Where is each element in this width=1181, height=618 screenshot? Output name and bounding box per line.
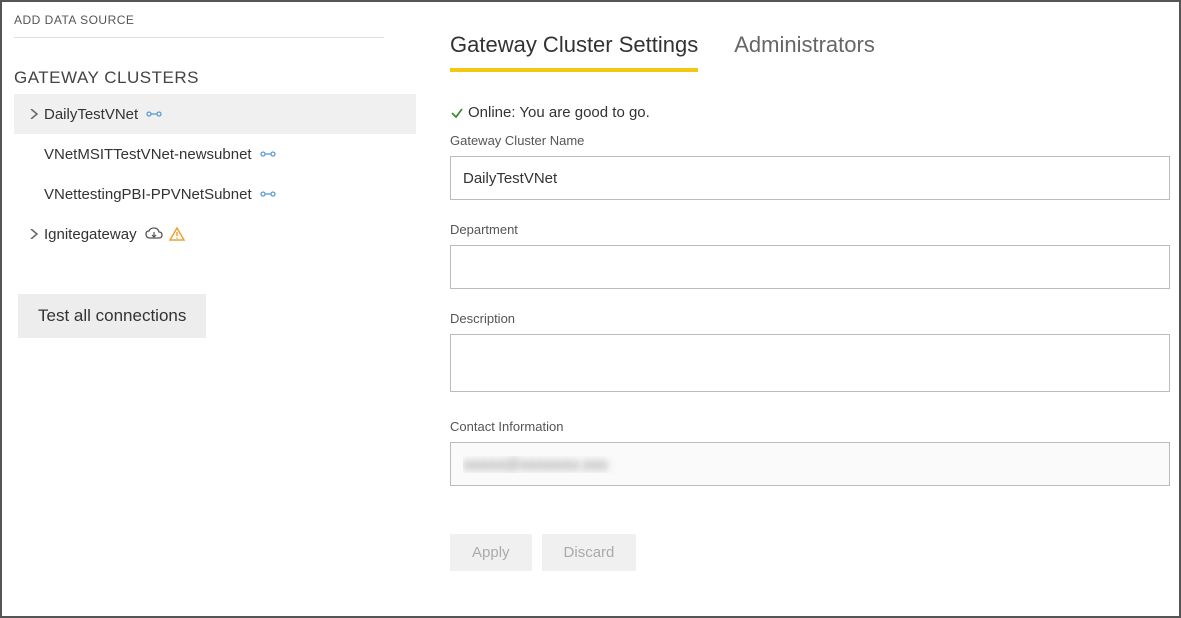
tab-gateway-cluster-settings[interactable]: Gateway Cluster Settings — [450, 32, 698, 72]
tab-bar: Gateway Cluster Settings Administrators — [450, 32, 1170, 72]
contact-label: Contact Information — [450, 419, 1170, 434]
tab-administrators[interactable]: Administrators — [734, 32, 875, 72]
sidebar-item-label: Ignitegateway — [44, 226, 137, 243]
gateway-tree: DailyTestVNet VNetMSITTestVNet-newsubnet — [14, 94, 416, 254]
discard-button[interactable]: Discard — [542, 534, 637, 571]
chevron-right-icon — [24, 109, 44, 119]
contact-input[interactable] — [450, 442, 1170, 486]
status-text: Online: You are good to go. — [468, 104, 650, 121]
vnet-link-icon — [260, 149, 276, 159]
description-input[interactable] — [450, 334, 1170, 392]
check-icon — [450, 106, 464, 120]
department-input[interactable] — [450, 245, 1170, 289]
sidebar-item-vnettestingpbi[interactable]: VNettestingPBI-PPVNetSubnet — [14, 174, 416, 214]
sidebar-item-vnetmsit[interactable]: VNetMSITTestVNet-newsubnet — [14, 134, 416, 174]
vnet-link-icon — [146, 109, 162, 119]
vnet-link-icon — [260, 189, 276, 199]
cloud-icon — [145, 227, 163, 241]
sidebar-item-ignitegateway[interactable]: Ignitegateway — [14, 214, 416, 254]
apply-button[interactable]: Apply — [450, 534, 532, 571]
chevron-right-icon — [24, 229, 44, 239]
sidebar-section-title: GATEWAY CLUSTERS — [14, 68, 384, 94]
sidebar-item-label: VNetMSITTestVNet-newsubnet — [44, 146, 252, 163]
warning-icon — [169, 227, 185, 241]
sidebar-item-label: VNettestingPBI-PPVNetSubnet — [44, 186, 252, 203]
cluster-name-input[interactable] — [450, 156, 1170, 200]
cluster-name-label: Gateway Cluster Name — [450, 133, 1170, 148]
sidebar-item-dailytestvnet[interactable]: DailyTestVNet — [14, 94, 416, 134]
add-data-source-link[interactable]: ADD DATA SOURCE — [14, 10, 384, 38]
department-label: Department — [450, 222, 1170, 237]
sidebar-item-label: DailyTestVNet — [44, 106, 138, 123]
test-all-connections-button[interactable]: Test all connections — [18, 294, 206, 338]
description-label: Description — [450, 311, 1170, 326]
status-row: Online: You are good to go. — [450, 104, 1170, 121]
